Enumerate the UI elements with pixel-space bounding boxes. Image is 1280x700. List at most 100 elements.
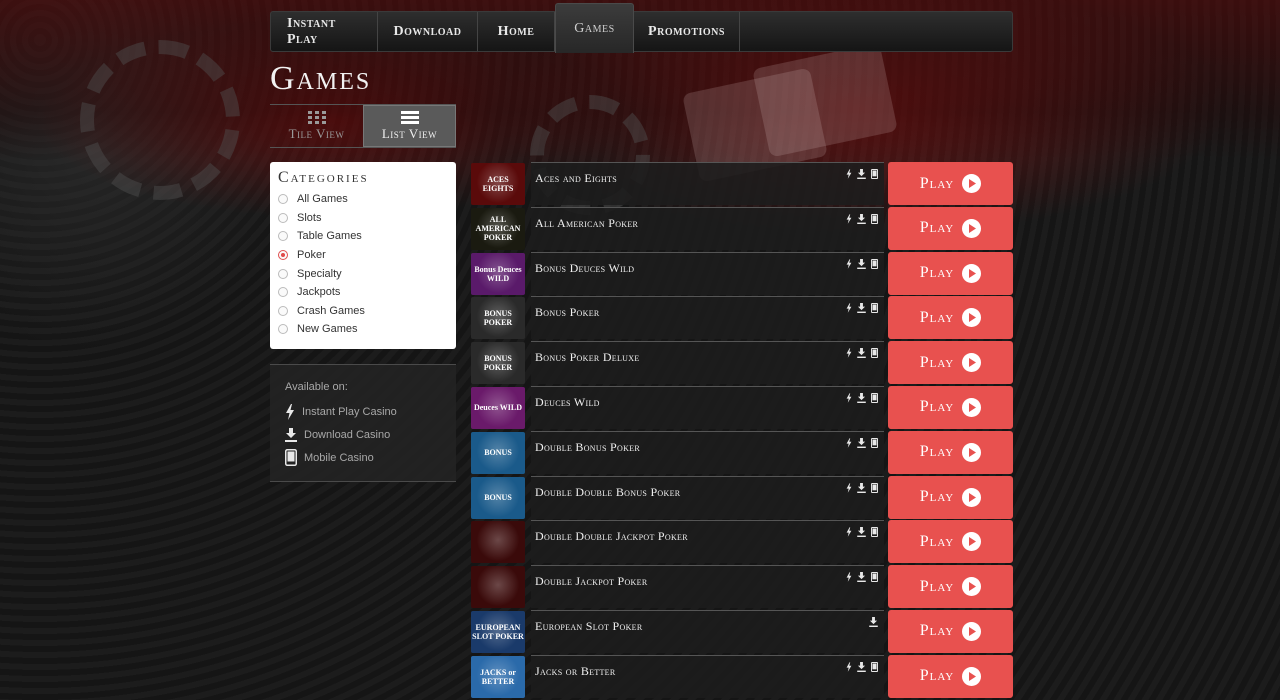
category-label: Table Games: [297, 230, 362, 243]
mobile-casino-link[interactable]: Mobile Casino: [285, 446, 456, 469]
nav-games[interactable]: Games: [555, 3, 634, 53]
play-button[interactable]: Play: [888, 430, 1013, 474]
play-label: Play: [919, 398, 955, 416]
play-button[interactable]: Play: [888, 385, 1013, 429]
tile-view-button[interactable]: Tile View: [270, 105, 363, 147]
mobile-icon: [871, 392, 878, 403]
lightning-icon: [286, 403, 294, 420]
lightning-icon: [846, 661, 852, 672]
game-row: Double Jackpot Poker Play: [471, 565, 1014, 610]
lightning-icon: [846, 213, 852, 224]
game-thumbnail[interactable]: ALL AMERICAN POKER: [471, 207, 525, 250]
play-icon: [962, 397, 982, 417]
play-button[interactable]: Play: [888, 609, 1013, 653]
game-name[interactable]: Bonus Poker Deluxe: [535, 350, 640, 365]
radio-button[interactable]: [278, 287, 288, 298]
game-name[interactable]: Double Double Jackpot Poker: [535, 529, 688, 544]
category-table-games[interactable]: Table Games: [278, 227, 448, 246]
casino-chips-decoration: [80, 40, 240, 200]
game-info: European Slot Poker: [531, 609, 884, 653]
play-button[interactable]: Play: [888, 296, 1013, 340]
instant-play-casino-link[interactable]: Instant Play Casino: [285, 400, 456, 423]
game-name[interactable]: All American Poker: [535, 216, 638, 231]
available-label: Mobile Casino: [304, 451, 374, 464]
game-name[interactable]: Bonus Deuces Wild: [535, 261, 634, 276]
play-button[interactable]: Play: [888, 520, 1013, 564]
platform-icons: [846, 572, 878, 583]
play-button[interactable]: Play: [888, 341, 1013, 385]
list-view-button[interactable]: List View: [363, 105, 456, 147]
game-name[interactable]: Double Bonus Poker: [535, 440, 640, 455]
play-button[interactable]: Play: [888, 206, 1013, 250]
nav-home[interactable]: Home: [478, 12, 555, 51]
platform-icons: [846, 437, 878, 448]
play-button[interactable]: Play: [888, 475, 1013, 519]
radio-button[interactable]: [278, 324, 288, 335]
radio-button[interactable]: [278, 231, 288, 242]
game-name[interactable]: Double Jackpot Poker: [535, 574, 647, 589]
download-casino-link[interactable]: Download Casino: [285, 423, 456, 446]
game-thumbnail[interactable]: [471, 566, 525, 609]
game-name[interactable]: Aces and Eights: [535, 171, 617, 186]
play-icon: [962, 263, 982, 283]
grid-icon: [307, 110, 326, 124]
play-button[interactable]: Play: [888, 565, 1013, 609]
play-icon: [962, 218, 982, 238]
play-button[interactable]: Play: [888, 251, 1013, 295]
game-name[interactable]: European Slot Poker: [535, 619, 643, 634]
play-button[interactable]: Play: [888, 654, 1013, 698]
game-info: Bonus Deuces Wild: [531, 251, 884, 295]
game-thumbnail[interactable]: [471, 521, 525, 564]
play-label: Play: [919, 577, 955, 595]
play-button[interactable]: Play: [888, 162, 1013, 205]
tile-view-label: Tile View: [288, 125, 345, 141]
lightning-icon: [846, 482, 852, 493]
platform-icons: [869, 616, 878, 627]
category-poker[interactable]: Poker: [278, 246, 448, 265]
game-thumbnail[interactable]: Bonus Deuces WILD: [471, 252, 525, 295]
nav-instant-play[interactable]: Instant Play: [271, 12, 378, 51]
radio-button-selected[interactable]: [278, 250, 288, 261]
game-thumbnail[interactable]: Deuces WILD: [471, 386, 525, 429]
game-info: Jacks or Better: [531, 654, 884, 698]
game-thumbnail[interactable]: ACES EIGHTS: [471, 163, 525, 205]
game-info: Bonus Poker: [531, 296, 884, 340]
game-thumbnail[interactable]: BONUS POKER: [471, 297, 525, 340]
category-specialty[interactable]: Specialty: [278, 264, 448, 283]
platform-icons: [846, 392, 878, 403]
radio-button[interactable]: [278, 305, 288, 316]
radio-button[interactable]: [278, 268, 288, 279]
mobile-icon: [871, 527, 878, 538]
category-jackpots[interactable]: Jackpots: [278, 283, 448, 302]
available-on-panel: Available on: Instant Play Casino Downlo…: [270, 364, 456, 482]
page-title: Games: [270, 60, 372, 97]
play-label: Play: [919, 353, 955, 371]
game-thumbnail[interactable]: JACKS or BETTER: [471, 655, 525, 698]
play-icon: [962, 487, 982, 507]
platform-icons: [846, 303, 878, 314]
play-icon: [962, 621, 982, 641]
platform-icons: [846, 348, 878, 359]
game-name[interactable]: Jacks or Better: [535, 664, 616, 679]
download-icon: [857, 661, 866, 672]
radio-button[interactable]: [278, 212, 288, 223]
game-thumbnail[interactable]: EUROPEAN SLOT POKER: [471, 610, 525, 653]
category-crash-games[interactable]: Crash Games: [278, 302, 448, 321]
radio-button[interactable]: [278, 194, 288, 205]
top-navigation: Instant Play Download Home Games Promoti…: [270, 3, 1013, 53]
game-info: Double Double Jackpot Poker: [531, 520, 884, 564]
category-all-games[interactable]: All Games: [278, 190, 448, 209]
game-thumbnail[interactable]: BONUS POKER: [471, 342, 525, 385]
nav-download[interactable]: Download: [378, 12, 478, 51]
platform-icons: [846, 482, 878, 493]
game-name[interactable]: Deuces Wild: [535, 395, 600, 410]
category-slots[interactable]: Slots: [278, 209, 448, 228]
game-thumbnail[interactable]: BONUS: [471, 431, 525, 474]
game-name[interactable]: Bonus Poker: [535, 305, 600, 320]
game-name[interactable]: Double Double Bonus Poker: [535, 485, 680, 500]
nav-promotions[interactable]: Promotions: [634, 12, 740, 51]
game-thumbnail[interactable]: BONUS: [471, 476, 525, 519]
mobile-icon: [871, 348, 878, 359]
category-new-games[interactable]: New Games: [278, 320, 448, 339]
lightning-icon: [846, 393, 852, 403]
